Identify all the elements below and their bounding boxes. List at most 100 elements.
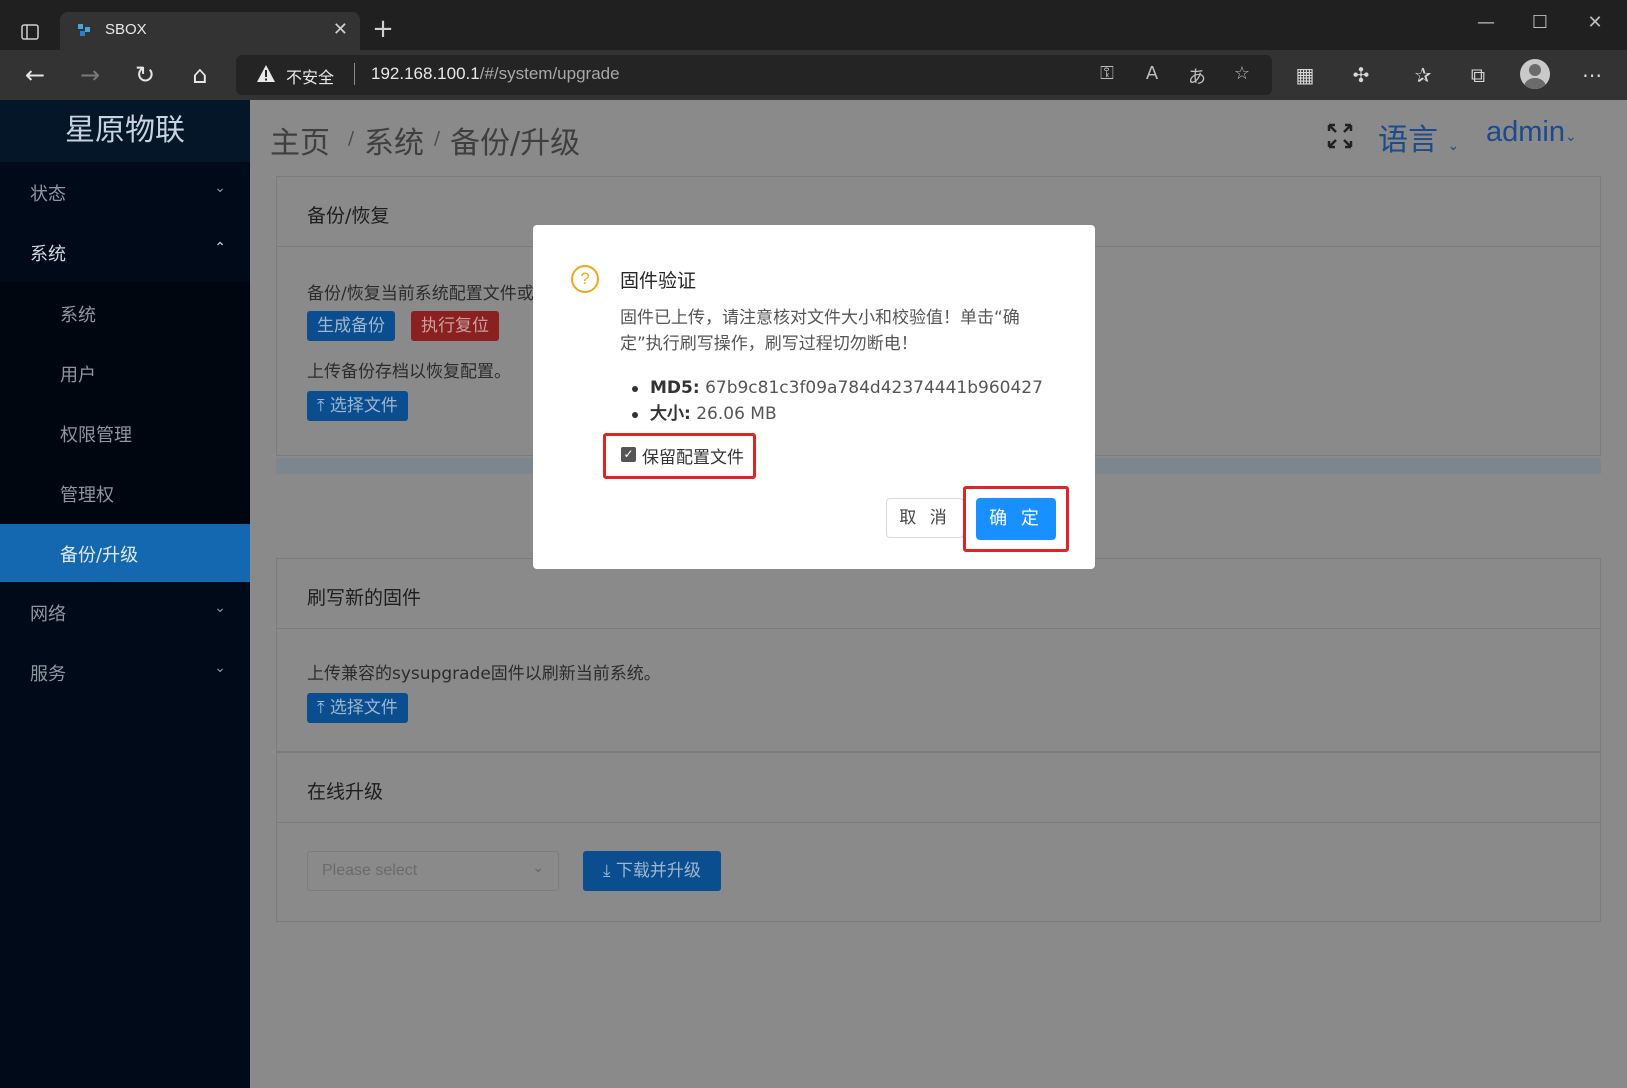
collections-icon[interactable]: ⧉ [1461, 60, 1495, 90]
cancel-button[interactable]: 取 消 [886, 498, 964, 538]
sidebar-item-services[interactable]: 服务 ⌄ [0, 642, 250, 702]
dialog-title: 固件验证 [620, 270, 697, 292]
close-window-icon[interactable]: ✕ [1575, 12, 1615, 33]
ok-button[interactable]: 确 定 [976, 498, 1056, 540]
immersive-reader-icon[interactable]: ▦ [1288, 60, 1322, 90]
select-placeholder: Please select [322, 862, 418, 879]
chevron-down-icon: ⌄ [1447, 138, 1460, 154]
md5-label: MD5: [650, 378, 700, 398]
choose-firmware-file-button[interactable]: ⤒ 选择文件 [307, 693, 408, 723]
md5-item: MD5: 67b9c81c3f09a784d42374441b960427 [632, 375, 1043, 401]
keep-config-checkbox[interactable]: ✓ [621, 447, 636, 462]
address-bar[interactable]: 不安全 192.168.100.1/#/system/upgrade ⚿ A あ… [236, 55, 1272, 95]
card-title: 在线升级 [307, 781, 384, 803]
sidebar-subitem-users[interactable]: 用户 [0, 344, 250, 402]
sidebar-item-label: 系统 [30, 244, 66, 265]
dialog-message: 固件已上传，请注意核对文件大小和校验值！单击“确定”执行刷写操作，刷写过程切勿断… [620, 308, 1020, 354]
browser-tabbar: SBOX ✕ + — ☐ ✕ [0, 0, 1627, 50]
more-menu-icon[interactable]: ⋯ [1575, 60, 1609, 90]
read-aloud-icon[interactable]: A [1139, 63, 1165, 84]
flash-firmware-card: 刷写新的固件 上传兼容的sysupgrade固件以刷新当前系统。 ⤒ 选择文件 [276, 558, 1601, 752]
sidebar-item-label: 状态 [30, 184, 66, 205]
favorites-icon[interactable]: ✰ [1406, 60, 1440, 90]
reset-button[interactable]: 执行复位 [411, 311, 499, 341]
sidebar-subitem-system[interactable]: 系统 [0, 284, 250, 342]
extensions-icon[interactable]: ✣ [1344, 60, 1378, 90]
url-path: /#/system/upgrade [479, 64, 620, 83]
minimize-icon[interactable]: — [1466, 12, 1506, 33]
size-value: 26.06 MB [696, 404, 777, 424]
favorite-add-icon[interactable]: ☆ [1229, 63, 1255, 84]
generate-backup-button[interactable]: 生成备份 [307, 311, 395, 341]
chevron-down-icon: ⌄ [532, 860, 544, 876]
url-text[interactable]: 192.168.100.1/#/system/upgrade [371, 64, 620, 84]
logo: 星原物联 [0, 100, 250, 162]
download-icon: ⤓ [603, 861, 616, 881]
button-label: 选择文件 [329, 698, 398, 718]
backup-description: 备份/恢复当前系统配置文件或 [307, 284, 534, 304]
user-name: admin [1486, 116, 1565, 148]
warning-icon [257, 65, 275, 82]
chevron-down-icon: ⌄ [214, 660, 226, 676]
fullscreen-icon[interactable] [1326, 122, 1356, 152]
sidebar-subitem-backup-upgrade[interactable]: 备份/升级 [0, 524, 250, 582]
card-title: 备份/恢复 [307, 205, 390, 227]
card-header [277, 559, 1600, 629]
firmware-version-select[interactable]: Please select ⌄ [307, 851, 559, 891]
question-icon: ? [571, 265, 599, 293]
new-tab-button[interactable]: + [368, 14, 398, 44]
size-label: 大小: [650, 404, 691, 424]
keep-config-label[interactable]: 保留配置文件 [642, 443, 744, 468]
maximize-icon[interactable]: ☐ [1520, 12, 1560, 33]
breadcrumb-system[interactable]: 系统 [364, 118, 424, 162]
firmware-verify-dialog: ? 固件验证 固件已上传，请注意核对文件大小和校验值！单击“确定”执行刷写操作，… [533, 225, 1095, 569]
language-dropdown[interactable]: 语言 ⌄ [1378, 115, 1459, 159]
sidebar: 星原物联 状态 ⌄ 系统 ⌃ 系统 用户 权限管理 管理权 备份/升级 网络 ⌄… [0, 100, 250, 1088]
chevron-down-icon: ⌄ [214, 600, 226, 616]
tab-actions-icon[interactable] [14, 16, 46, 48]
sidebar-item-system[interactable]: 系统 ⌃ [0, 222, 250, 282]
profile-avatar[interactable] [1520, 59, 1550, 89]
sidebar-item-network[interactable]: 网络 ⌄ [0, 582, 250, 642]
card-title: 刷写新的固件 [307, 587, 422, 609]
sidebar-subitem-label: 管理权 [60, 485, 114, 506]
url-separator [354, 63, 355, 85]
card-header [277, 753, 1600, 823]
page-header: 主页 / 系统 / 备份/升级 语言 ⌄ admin⌄ [250, 100, 1627, 170]
forward-icon[interactable]: → [73, 60, 107, 90]
download-upgrade-button[interactable]: ⤓ 下载并升级 [583, 851, 721, 891]
firmware-info-list: MD5: 67b9c81c3f09a784d42374441b960427 大小… [632, 375, 1043, 427]
refresh-icon[interactable]: ↻ [128, 60, 162, 90]
sidebar-subitem-label: 备份/升级 [60, 545, 139, 566]
back-icon[interactable]: ← [18, 60, 52, 90]
sidebar-subitem-admin-rights[interactable]: 管理权 [0, 464, 250, 522]
choose-backup-file-button[interactable]: ⤒ 选择文件 [307, 391, 408, 421]
language-label: 语言 [1378, 123, 1438, 158]
upload-icon: ⤒ [317, 396, 330, 416]
sidebar-subitem-label: 用户 [60, 365, 96, 386]
sidebar-subitem-label: 系统 [60, 305, 96, 326]
browser-toolbar: ← → ↻ ⌂ 不安全 192.168.100.1/#/system/upgra… [0, 50, 1627, 100]
breadcrumb-home[interactable]: 主页 [270, 118, 330, 162]
insecure-label[interactable]: 不安全 [286, 64, 334, 88]
home-icon[interactable]: ⌂ [183, 60, 217, 90]
tab-close-icon[interactable]: ✕ [333, 19, 348, 40]
md5-value: 67b9c81c3f09a784d42374441b960427 [705, 378, 1043, 398]
breadcrumb-current: 备份/升级 [450, 126, 581, 161]
tab-title: SBOX [105, 21, 147, 38]
sidebar-subitem-permissions[interactable]: 权限管理 [0, 404, 250, 462]
online-upgrade-card: 在线升级 Please select ⌄ ⤓ 下载并升级 [276, 752, 1601, 922]
chevron-up-icon: ⌃ [214, 240, 226, 256]
browser-tab[interactable]: SBOX ✕ [60, 12, 360, 50]
upload-icon: ⤒ [317, 698, 330, 718]
key-icon[interactable]: ⚿ [1094, 63, 1120, 84]
flash-description: 上传兼容的sysupgrade固件以刷新当前系统。 [307, 664, 661, 684]
sidebar-item-status[interactable]: 状态 ⌄ [0, 162, 250, 222]
user-dropdown[interactable]: admin⌄ [1486, 116, 1577, 149]
sidebar-item-label: 网络 [30, 604, 66, 625]
chevron-down-icon: ⌄ [1565, 128, 1577, 144]
site-favicon-icon [78, 24, 90, 36]
url-host: 192.168.100.1 [371, 64, 480, 83]
translate-icon[interactable]: あ [1184, 63, 1210, 89]
sidebar-item-label: 服务 [30, 664, 66, 685]
